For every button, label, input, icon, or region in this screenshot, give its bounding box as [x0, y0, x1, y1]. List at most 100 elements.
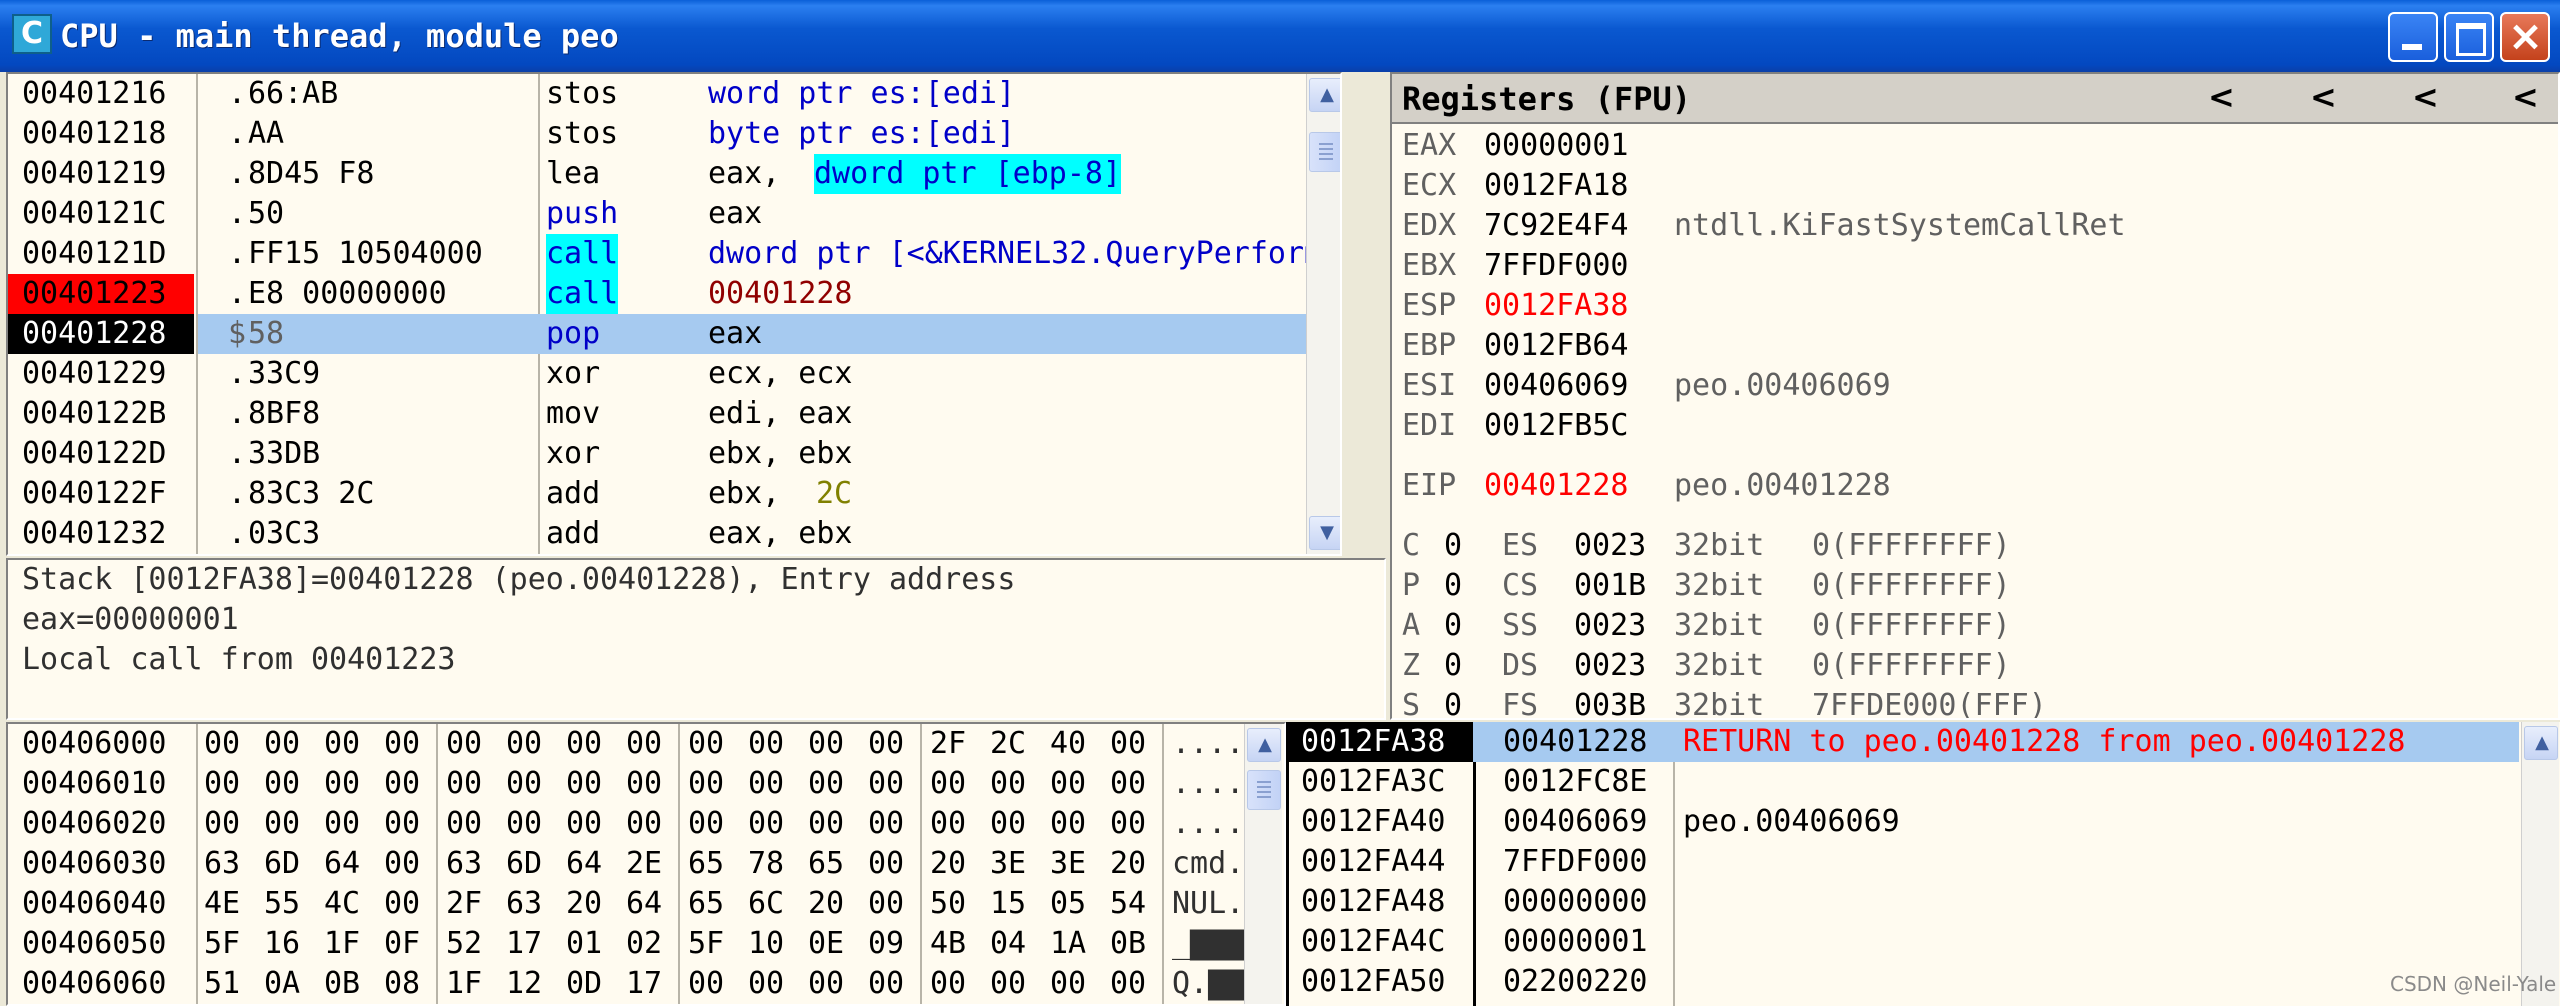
disasm-mark: .	[228, 516, 247, 551]
dump-byte: 00	[748, 966, 785, 1001]
flag-row[interactable]: S 0 FS 003B 32bit 7FFDE000(FFF)	[1402, 686, 2047, 718]
disasm-row[interactable]: 0040121D . FF15 10504000 call dword ptr …	[8, 234, 1340, 274]
stack-row[interactable]: 0012FA40 00406069 peo.00406069	[1289, 802, 2519, 842]
disasm-operand: ebx, ebx	[708, 436, 853, 471]
dump-byte: 00	[446, 806, 483, 841]
dump-byte: 05	[1050, 886, 1087, 921]
stack-row[interactable]: 0012FA4C 00000001	[1289, 922, 2519, 962]
stack-value: 00406069	[1503, 804, 1648, 839]
registers-title: Registers (FPU)	[1402, 80, 1691, 118]
dump-byte: 54	[1110, 886, 1147, 921]
dump-byte: 5F	[204, 926, 241, 961]
dump-byte: 0E	[808, 926, 845, 961]
memory-dump-pane[interactable]: 00406000 00 00 00 00 00 00 00 00 00 00 00 00 2F 2C 40 00…	[6, 722, 1286, 1006]
stack-value: 7FFDF000	[1503, 844, 1648, 879]
stack-row[interactable]: 0012FA50 02200220	[1289, 962, 2519, 1002]
stack-row[interactable]: 0012FA3C 0012FC8E	[1289, 762, 2519, 802]
dump-byte: 00	[204, 726, 241, 761]
registers-header[interactable]: Registers (FPU) < < < <	[1392, 74, 2558, 124]
dump-byte: 0D	[566, 966, 603, 1001]
dump-byte: 1F	[446, 966, 483, 1001]
register-name: ECX	[1402, 168, 1457, 203]
disasm-row[interactable]: 0040122F . 83C3 2C add ebx, 2C	[8, 474, 1340, 514]
disasm-operand: ebx,	[708, 476, 799, 511]
disasm-scrollbar[interactable]: ▲ ▼	[1306, 74, 1340, 554]
disasm-row[interactable]: 00401218 . AA stos byte ptr es:[edi]	[8, 114, 1340, 154]
chevron-left-icon[interactable]: <	[2412, 76, 2439, 118]
scroll-up-button[interactable]: ▲	[2524, 726, 2558, 760]
disasm-hex: FF15 10504000	[248, 236, 483, 271]
register-value: 0012FB64	[1484, 328, 1629, 363]
dump-byte: 00	[566, 766, 603, 801]
arrow-down-icon: ▼	[1320, 522, 1334, 543]
stack-scrollbar[interactable]: ▲	[2521, 722, 2559, 1006]
dump-byte: 16	[264, 926, 301, 961]
disasm-row[interactable]: 00401223 . E8 00000000 call 00401228	[8, 274, 1340, 314]
stack-row[interactable]: 0012FA48 00000000	[1289, 882, 2519, 922]
stack-row-top[interactable]: 0012FA38 00401228 RETURN to peo.00401228…	[1289, 722, 2519, 762]
info-line: eax=00000001	[22, 602, 239, 637]
disassembly-pane[interactable]: 00401216 . 66:AB stos word ptr es:[edi] …	[6, 72, 1342, 556]
chevron-left-icon[interactable]: <	[2512, 76, 2539, 118]
disasm-row[interactable]: 00401232 . 03C3 add eax, ebx	[8, 514, 1340, 554]
scroll-down-button[interactable]: ▼	[1309, 516, 1340, 550]
registers-pane[interactable]: Registers (FPU) < < < < EAX 00000001 ECX…	[1390, 72, 2560, 720]
disasm-row[interactable]: 0040122D . 33DB xor ebx, ebx	[8, 434, 1340, 474]
dump-byte: 02	[626, 926, 663, 961]
dump-byte: 00	[930, 966, 967, 1001]
disasm-row-current[interactable]: 00401228 $ 58 pop eax	[8, 314, 1340, 354]
register-name: EAX	[1402, 128, 1457, 163]
dump-byte: 65	[688, 846, 725, 881]
stack-row[interactable]: 0012FA44 7FFDF000	[1289, 842, 2519, 882]
dump-byte: 20	[808, 886, 845, 921]
register-name: ESP	[1402, 288, 1457, 323]
dump-address: 00406020	[22, 806, 167, 841]
scroll-thumb[interactable]	[1309, 132, 1340, 172]
register-name: EIP	[1402, 468, 1457, 503]
scroll-up-button[interactable]: ▲	[1309, 78, 1340, 112]
dump-byte: 65	[688, 886, 725, 921]
dump-scrollbar[interactable]: ▲	[1244, 724, 1282, 1004]
dump-ascii: ....	[1172, 766, 1245, 801]
app-icon: C	[12, 14, 52, 54]
info-pane[interactable]: Stack [0012FA38]=00401228 (peo.00401228)…	[6, 558, 1386, 720]
disasm-operand: byte ptr es:[edi]	[708, 116, 1016, 151]
disasm-mnemonic: lea	[546, 156, 601, 191]
dump-byte: 2E	[626, 846, 663, 881]
close-button[interactable]	[2500, 12, 2550, 62]
scroll-thumb[interactable]	[1247, 770, 1281, 810]
dump-byte: 00	[506, 726, 543, 761]
disasm-mark: .	[228, 276, 247, 311]
scroll-up-button[interactable]: ▲	[1247, 728, 1281, 762]
disasm-hex: 58	[248, 316, 285, 351]
dump-byte: 00	[626, 766, 663, 801]
stack-comment: RETURN to peo.00401228 from peo.00401228	[1683, 724, 2406, 759]
register-name: EBX	[1402, 248, 1457, 283]
disasm-row[interactable]: 00401219 . 8D45 F8 lea eax, dword ptr [e…	[8, 154, 1340, 194]
disasm-operand: eax	[708, 316, 763, 351]
stack-pane[interactable]: 0012FA38 00401228 RETURN to peo.00401228…	[1286, 722, 2560, 1006]
maximize-button[interactable]	[2444, 12, 2494, 62]
disasm-operand: eax	[708, 196, 763, 231]
chevron-left-icon[interactable]: <	[2310, 76, 2337, 118]
dump-byte: 00	[1110, 726, 1147, 761]
disasm-row[interactable]: 0040121C . 50 push eax	[8, 194, 1340, 234]
disasm-mark: .	[228, 116, 247, 151]
disasm-row[interactable]: 00401216 . 66:AB stos word ptr es:[edi]	[8, 74, 1340, 114]
segment-base: 7FFDE000(FFF)	[1812, 688, 2047, 720]
dump-byte: 04	[990, 926, 1027, 961]
segment-base: 0(FFFFFFFF)	[1812, 528, 2011, 563]
segment-name: SS	[1502, 608, 1539, 643]
disasm-operand: word ptr es:[edi]	[708, 76, 1016, 111]
chevron-left-icon[interactable]: <	[2208, 76, 2235, 118]
arrow-up-icon: ▲	[1258, 734, 1272, 755]
title-bar[interactable]: C CPU - main thread, module peo	[0, 0, 2560, 72]
disasm-mark: .	[228, 156, 247, 191]
dump-byte: 09	[868, 926, 905, 961]
minimize-button[interactable]	[2388, 12, 2438, 62]
disasm-operand: dword ptr [<&KERNEL32.QueryPerformanceCo…	[708, 236, 1340, 271]
disasm-row[interactable]: 0040122B . 8BF8 mov edi, eax	[8, 394, 1340, 434]
dump-byte: 2F	[930, 726, 967, 761]
disasm-row[interactable]: 00401229 . 33C9 xor ecx, ecx	[8, 354, 1340, 394]
register-value: 0012FB5C	[1484, 408, 1629, 443]
